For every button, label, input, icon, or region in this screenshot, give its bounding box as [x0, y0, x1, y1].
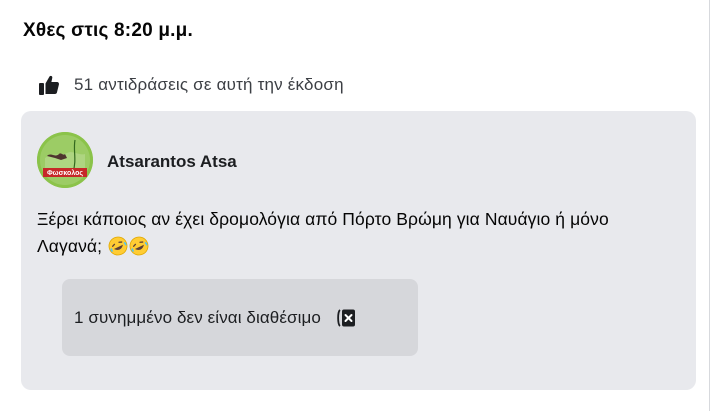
thumbs-up-icon	[38, 74, 60, 96]
rolling-on-floor-laughing-emoji-icon	[108, 236, 128, 256]
rolling-on-floor-laughing-emoji-icon	[129, 236, 149, 256]
unavailable-attachment-box[interactable]: 1 συνημμένο δεν είναι διαθέσιμο	[62, 279, 418, 356]
post-card: Φωσκολος Atsarantos Atsa Ξέρει κάποιος α…	[21, 111, 696, 390]
post-text: Ξέρει κάποιος αν έχει δρομολόγια από Πόρ…	[37, 206, 677, 260]
author-name[interactable]: Atsarantos Atsa	[107, 152, 237, 172]
post-timestamp[interactable]: Χθες στις 8:20 μ.μ.	[23, 20, 193, 42]
reactions-count-text: 51 αντιδράσεις σε αυτή την έκδοση	[74, 75, 344, 94]
unavailable-attachment-icon	[334, 306, 358, 330]
reactions-summary[interactable]: 51 αντιδράσεις σε αυτή την έκδοση	[38, 74, 344, 96]
author-avatar[interactable]: Φωσκολος	[37, 132, 93, 188]
avatar-caption: Φωσκολος	[47, 169, 83, 177]
attachment-label: 1 συνημμένο δεν είναι διαθέσιμο	[74, 307, 321, 327]
right-divider	[709, 0, 710, 411]
